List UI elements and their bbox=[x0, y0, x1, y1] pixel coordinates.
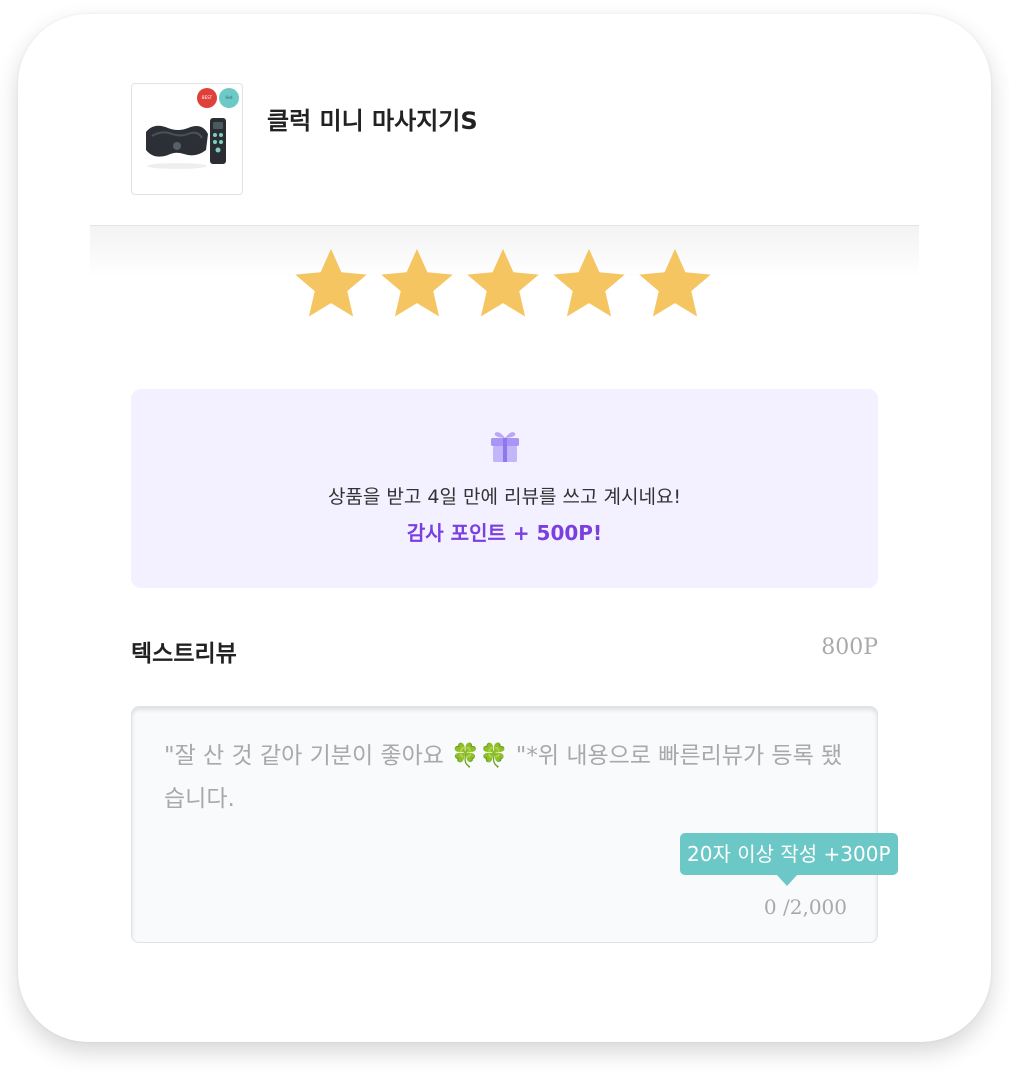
reward-message: 상품을 받고 4일 만에 리뷰를 쓰고 계시네요! bbox=[327, 486, 682, 508]
review-textarea[interactable]: "잘 산 것 같아 기분이 좋아요 🍀🍀 "*위 내용으로 빠른리뷰가 등록 됐… bbox=[131, 706, 898, 943]
star-3[interactable] bbox=[463, 245, 543, 323]
review-card: BEST Hot 클럭 미니 마사지기S 상품을 받고 4일 만에 리뷰를 쓰고… bbox=[18, 14, 991, 1042]
star-5[interactable] bbox=[635, 245, 715, 323]
text-review-points: 800P bbox=[821, 635, 878, 660]
hot-badge: Hot bbox=[219, 88, 239, 108]
reward-points: 감사 포인트 + 500P! bbox=[406, 521, 603, 545]
bonus-tooltip: 20자 이상 작성 +300P bbox=[680, 833, 898, 886]
text-review-title: 텍스트리뷰 bbox=[131, 641, 237, 667]
product-info: BEST Hot 클럭 미니 마사지기S bbox=[131, 83, 891, 195]
product-name: 클럭 미니 마사지기S bbox=[267, 107, 478, 135]
star-2[interactable] bbox=[377, 245, 457, 323]
review-placeholder: "잘 산 것 같아 기분이 좋아요 🍀🍀 "*위 내용으로 빠른리뷰가 등록 됐… bbox=[164, 735, 844, 821]
star-rating[interactable] bbox=[291, 245, 721, 323]
star-4[interactable] bbox=[549, 245, 629, 323]
char-counter: 0 /2,000 bbox=[763, 895, 847, 919]
product-thumbnail: BEST Hot bbox=[131, 83, 243, 195]
placeholder-text-start: "잘 산 것 같아 기분이 좋아요 bbox=[164, 743, 452, 769]
clover-emoji: 🍀🍀 bbox=[451, 743, 509, 769]
star-1[interactable] bbox=[291, 245, 371, 323]
best-badge: BEST bbox=[197, 88, 217, 108]
reward-banner: 상품을 받고 4일 만에 리뷰를 쓰고 계시네요! 감사 포인트 + 500P! bbox=[131, 389, 878, 588]
gift-icon bbox=[491, 432, 519, 462]
